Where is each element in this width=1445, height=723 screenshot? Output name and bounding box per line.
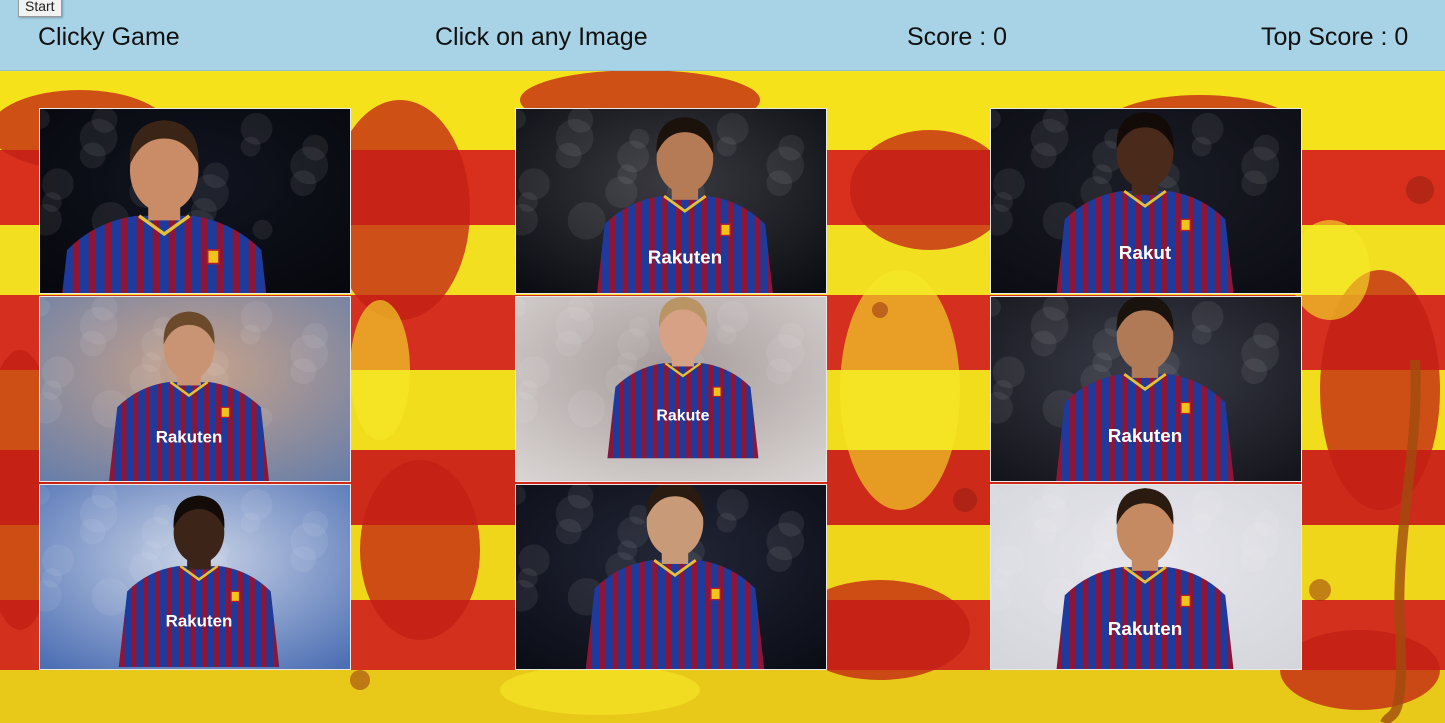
player-photo-5: Rakute [516,297,826,481]
player-card-7[interactable]: Rakuten [39,484,351,670]
score-display: Score : 0 [907,23,1008,51]
start-tooltip: Start [18,0,62,17]
player-card-1[interactable] [39,108,351,294]
brand-title[interactable]: Clicky Game [38,20,180,54]
player-photo-1 [40,109,350,293]
top-score-display: Top Score : 0 [1261,23,1409,51]
sponsor-text: Rakuten [156,428,223,447]
sponsor-text: Rakut [1119,242,1172,263]
sponsor-text: Rakuten [1108,618,1182,639]
player-card-8[interactable] [515,484,827,670]
instruction-text: Click on any Image [435,23,648,51]
sponsor-text: Rakuten [166,612,233,631]
player-image-grid: Rakuten Rakut Rakuten Rakute Rakuten Rak… [0,0,1445,723]
player-photo-2: Rakuten [516,109,826,293]
player-card-5[interactable]: Rakute [515,296,827,482]
sponsor-text: Rakute [656,407,709,424]
player-photo-7: Rakuten [40,485,350,669]
player-photo-3: Rakut [991,109,1301,293]
player-photo-8 [516,485,826,669]
player-card-2[interactable]: Rakuten [515,108,827,294]
sponsor-text: Rakuten [1108,425,1182,446]
player-card-4[interactable]: Rakuten [39,296,351,482]
sponsor-text: Rakuten [648,247,722,268]
player-card-6[interactable]: Rakuten [990,296,1302,482]
player-photo-4: Rakuten [40,297,350,481]
player-photo-6: Rakuten [991,297,1301,481]
player-card-9[interactable]: Rakuten [990,484,1302,670]
player-photo-9: Rakuten [991,485,1301,669]
player-card-3[interactable]: Rakut [990,108,1302,294]
navbar: Clicky Game Click on any Image Score : 0… [0,0,1445,71]
